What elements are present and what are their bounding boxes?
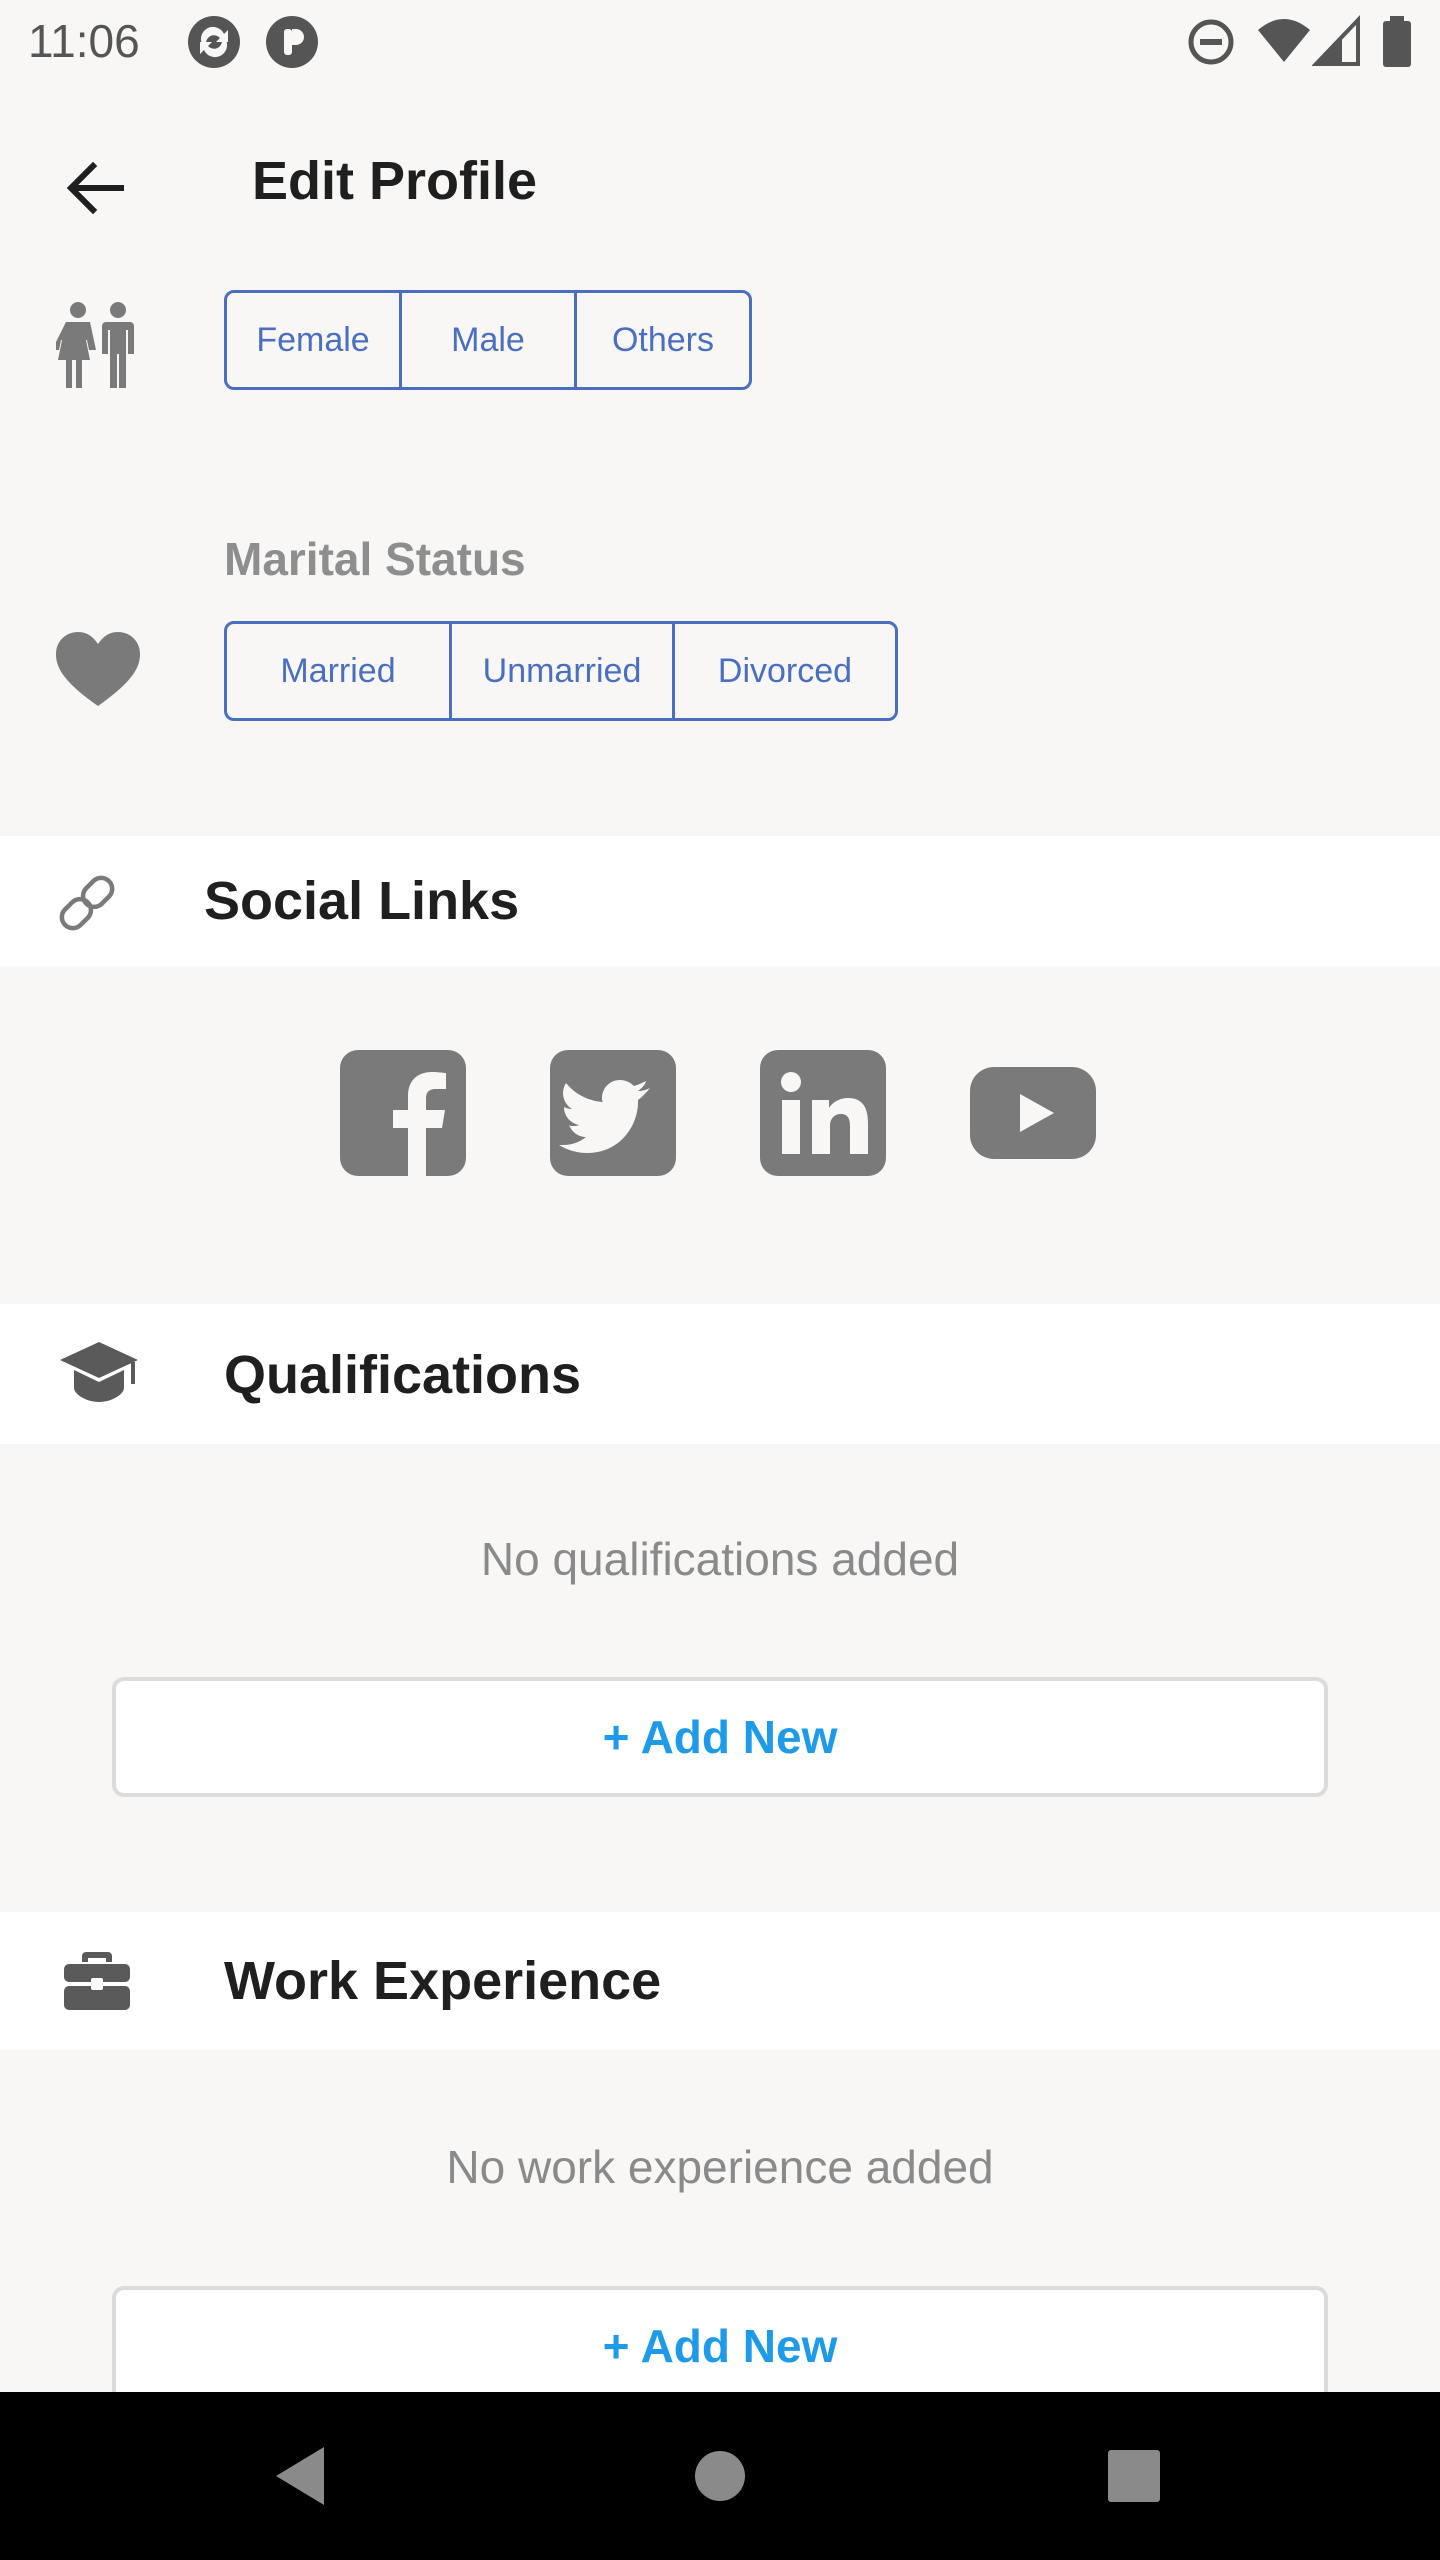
youtube-button[interactable] xyxy=(970,1050,1096,1176)
gender-couple-icon xyxy=(56,302,134,388)
marital-status-selector: Married Unmarried Divorced xyxy=(224,621,898,721)
qualifications-header: Qualifications xyxy=(0,1304,1440,1444)
page-title: Edit Profile xyxy=(252,151,538,211)
social-links-header: Social Links xyxy=(0,836,1440,966)
system-navigation-bar xyxy=(0,2392,1440,2560)
nav-home-button[interactable] xyxy=(680,2436,760,2516)
nav-back-icon xyxy=(276,2447,324,2505)
facebook-button[interactable] xyxy=(340,1050,466,1176)
twitter-icon xyxy=(550,1050,676,1176)
youtube-icon xyxy=(970,1067,1096,1159)
marital-option-married[interactable]: Married xyxy=(227,624,449,718)
nav-recents-button[interactable] xyxy=(1094,2436,1174,2516)
status-time: 11:06 xyxy=(28,15,140,67)
marital-option-unmarried[interactable]: Unmarried xyxy=(449,624,672,718)
nav-recents-icon xyxy=(1108,2450,1160,2502)
heart-icon xyxy=(56,632,140,706)
status-bar: 11:06 xyxy=(0,0,1440,84)
gender-option-male[interactable]: Male xyxy=(399,293,574,387)
add-work-experience-button[interactable]: + Add New xyxy=(112,2286,1328,2406)
app-notification-icon xyxy=(266,16,318,68)
work-experience-header: Work Experience xyxy=(0,1912,1440,2050)
social-links-row xyxy=(340,1050,1096,1176)
cellular-signal-icon xyxy=(1312,15,1360,66)
work-experience-empty-text: No work experience added xyxy=(446,2141,994,2193)
battery-icon xyxy=(1383,16,1411,67)
work-experience-title: Work Experience xyxy=(224,1951,662,2011)
qualifications-title: Qualifications xyxy=(224,1345,582,1405)
arrow-back-icon xyxy=(66,161,124,215)
twitter-button[interactable] xyxy=(550,1050,676,1176)
link-icon xyxy=(59,875,115,931)
app-bar: Edit Profile xyxy=(0,120,1440,244)
nav-home-icon xyxy=(695,2451,745,2501)
add-qualification-button[interactable]: + Add New xyxy=(112,1677,1328,1797)
do-not-disturb-icon xyxy=(1188,19,1234,65)
briefcase-icon xyxy=(64,1952,130,2010)
sync-app-icon xyxy=(188,16,240,68)
social-links-title: Social Links xyxy=(204,871,520,931)
wifi-icon xyxy=(1258,19,1310,62)
nav-back-button[interactable] xyxy=(260,2436,340,2516)
graduation-cap-icon xyxy=(60,1342,138,1402)
screen: 11:06 Edit Profile Female Male Others Ma… xyxy=(0,0,1440,2560)
back-button[interactable] xyxy=(48,140,144,236)
gender-option-female[interactable]: Female xyxy=(227,293,399,387)
qualifications-empty-text: No qualifications added xyxy=(480,1533,960,1585)
gender-selector: Female Male Others xyxy=(224,290,752,390)
linkedin-button[interactable] xyxy=(760,1050,886,1176)
gender-option-others[interactable]: Others xyxy=(574,293,749,387)
facebook-icon xyxy=(340,1050,466,1176)
linkedin-icon xyxy=(760,1050,886,1176)
marital-option-divorced[interactable]: Divorced xyxy=(672,624,895,718)
marital-status-label: Marital Status xyxy=(224,533,526,585)
